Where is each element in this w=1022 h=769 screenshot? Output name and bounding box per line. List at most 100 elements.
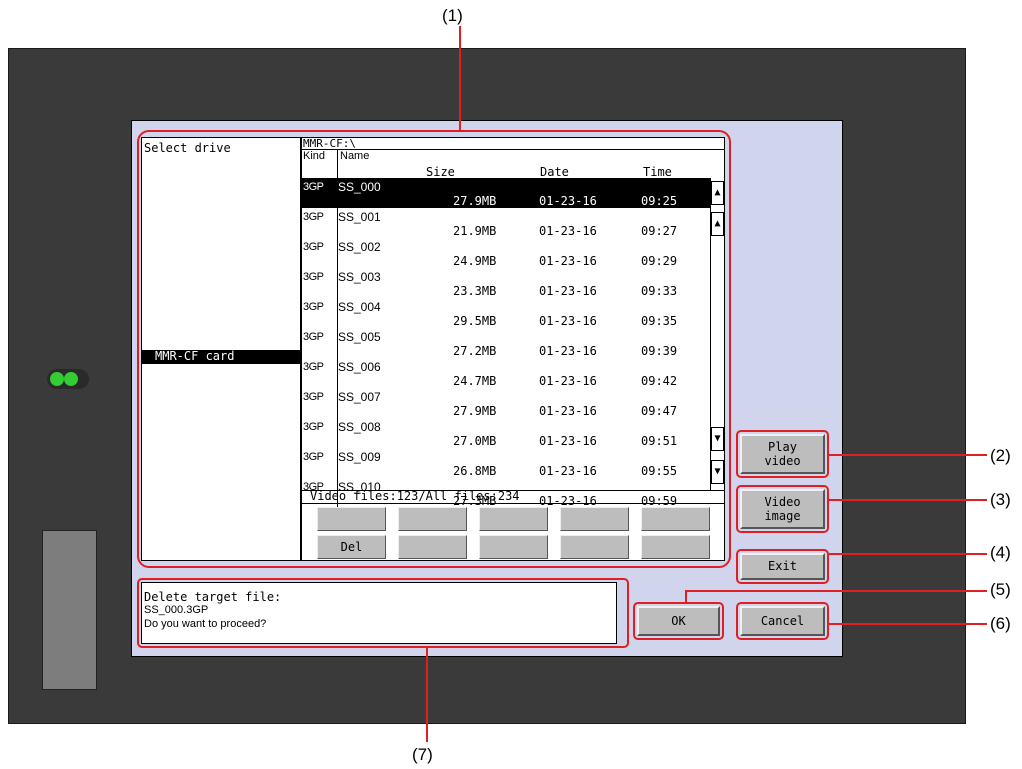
callout-line-1 [459,26,461,130]
file-name: SS_003 [338,270,381,284]
file-time: 09:47 [641,404,678,418]
function-button-7[interactable] [398,535,467,559]
file-date: 01-23-16 [539,464,597,478]
up-arrow-icon[interactable]: ▲ [711,212,724,236]
column-divider [337,418,338,448]
double-down-arrow-icon[interactable]: ▼ [711,460,724,484]
card-slot-cover[interactable] [42,530,97,690]
file-size: 29.5MB [453,314,497,328]
file-date: 01-23-16 [539,284,597,298]
file-time: 09:55 [641,464,678,478]
file-name: SS_005 [338,330,381,344]
file-date: 01-23-16 [539,374,597,388]
callout-line-5-drop [685,590,687,602]
video-image-button[interactable]: Video image [740,489,825,529]
file-size: 23.3MB [453,284,497,298]
function-button-1[interactable] [317,507,386,531]
play-video-label-1: Play [768,440,797,454]
file-time: 09:35 [641,314,678,328]
file-date: 01-23-16 [539,314,597,328]
callout-line-5 [685,590,987,592]
file-size: 27.9MB [453,194,497,208]
file-kind: 3GP [303,301,324,313]
message-line-3: Do you want to proceed? [144,618,267,630]
file-row[interactable]: 3GP SS_003 23.3MB 01-23-16 09:33 [301,268,710,298]
file-kind: 3GP [303,421,324,433]
column-divider [337,238,338,268]
file-date: 01-23-16 [539,194,597,208]
function-button-3[interactable] [479,507,548,531]
file-name: SS_006 [338,360,381,374]
file-date: 01-23-16 [539,434,597,448]
column-divider [337,388,338,418]
file-kind: 3GP [303,181,324,193]
file-time: 09:25 [641,194,678,208]
file-name: SS_000 [338,180,381,194]
play-video-button[interactable]: Play video [740,434,825,474]
play-video-label-2: video [764,454,801,468]
file-size: 26.8MB [453,464,497,478]
function-button-4[interactable] [560,507,629,531]
callout-7: (7) [412,745,433,764]
callout-line-3 [829,499,987,501]
function-button-10[interactable] [641,535,710,559]
file-kind: 3GP [303,391,324,403]
file-row[interactable]: 3GP SS_007 27.9MB 01-23-16 09:47 [301,388,710,418]
file-row[interactable]: 3GP SS_005 27.2MB 01-23-16 09:39 [301,328,710,358]
file-size: 21.9MB [453,224,497,238]
file-kind: 3GP [303,331,324,343]
column-divider [337,358,338,388]
file-row[interactable]: 3GP SS_004 29.5MB 01-23-16 09:35 [301,298,710,328]
file-date: 01-23-16 [539,224,597,238]
column-divider [337,268,338,298]
file-name: SS_002 [338,240,381,254]
callout-4: (4) [990,543,1011,562]
header-kind: Kind [303,150,326,162]
file-name: SS_001 [338,210,381,224]
file-size: 27.0MB [453,434,497,448]
file-date: 01-23-16 [539,404,597,418]
column-divider [337,298,338,328]
message-line-2: SS_000.3GP [144,604,209,616]
file-name: SS_009 [338,450,381,464]
file-date: 01-23-16 [539,494,597,508]
callout-5: (5) [990,580,1011,599]
file-row[interactable]: 3GP SS_000 27.9MB 01-23-16 09:25 [301,178,710,208]
down-arrow-icon[interactable]: ▼ [711,427,724,451]
file-row[interactable]: 3GP SS_001 21.9MB 01-23-16 09:27 [301,208,710,238]
file-name: SS_007 [338,390,381,404]
file-name: SS_008 [338,420,381,434]
file-kind: 3GP [303,241,324,253]
column-divider [337,448,338,478]
file-row[interactable]: 3GP SS_002 24.9MB 01-23-16 09:29 [301,238,710,268]
file-date: 01-23-16 [539,344,597,358]
drive-select-title: Select drive [144,141,231,155]
file-row[interactable]: 3GP SS_009 26.8MB 01-23-16 09:55 [301,448,710,478]
file-time: 09:42 [641,374,678,388]
delete-button[interactable]: Del [317,535,386,559]
drive-item-mmr-cf[interactable]: MMR-CF card [141,350,301,364]
function-button-9[interactable] [560,535,629,559]
ok-button[interactable]: OK [637,606,720,636]
led-icon [64,372,78,386]
file-row[interactable]: 3GP SS_008 27.0MB 01-23-16 09:51 [301,418,710,448]
file-kind: 3GP [303,271,324,283]
video-image-label-1: Video [764,495,801,509]
callout-line-2 [829,454,987,456]
divider [301,503,725,504]
callout-3: (3) [990,490,1011,509]
file-kind: 3GP [303,211,324,223]
file-time: 09:27 [641,224,678,238]
file-row[interactable]: 3GP SS_006 24.7MB 01-23-16 09:42 [301,358,710,388]
function-button-8[interactable] [479,535,548,559]
function-button-2[interactable] [398,507,467,531]
cancel-button[interactable]: Cancel [740,606,825,636]
exit-button[interactable]: Exit [740,553,825,580]
double-up-arrow-icon[interactable]: ▲ [711,181,724,205]
callout-1: (1) [442,6,463,25]
callout-6: (6) [990,614,1011,633]
file-time: 09:29 [641,254,678,268]
file-size: 24.7MB [453,374,497,388]
message-line-1: Delete target file: [144,590,282,604]
function-button-5[interactable] [641,507,710,531]
